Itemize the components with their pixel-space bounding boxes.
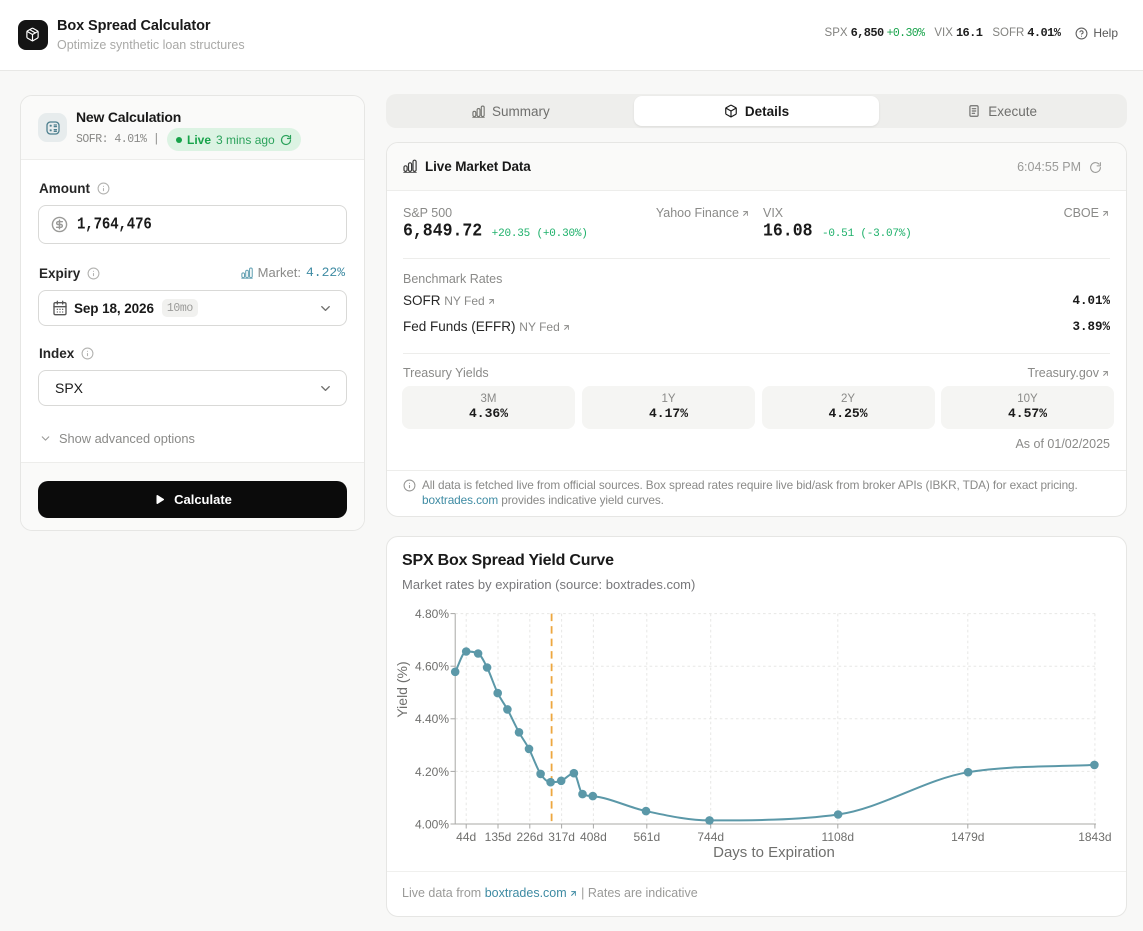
svg-text:4.80%: 4.80% [415, 607, 449, 621]
svg-text:1479d: 1479d [951, 830, 984, 844]
svg-text:4.00%: 4.00% [415, 817, 449, 831]
svg-text:4.40%: 4.40% [415, 712, 449, 726]
svg-text:561d: 561d [633, 830, 660, 844]
svg-text:1108d: 1108d [822, 830, 854, 844]
svg-text:135d: 135d [485, 830, 512, 844]
svg-text:226d: 226d [516, 830, 543, 844]
svg-text:317d: 317d [548, 830, 575, 844]
svg-text:744d: 744d [697, 830, 724, 844]
svg-text:1843d: 1843d [1078, 830, 1111, 844]
svg-text:Yield (%): Yield (%) [394, 661, 410, 717]
svg-text:Days to Expiration: Days to Expiration [713, 844, 835, 861]
svg-text:4.20%: 4.20% [415, 765, 449, 779]
svg-text:408d: 408d [580, 830, 607, 844]
svg-text:4.60%: 4.60% [415, 660, 449, 674]
svg-text:44d: 44d [456, 830, 476, 844]
